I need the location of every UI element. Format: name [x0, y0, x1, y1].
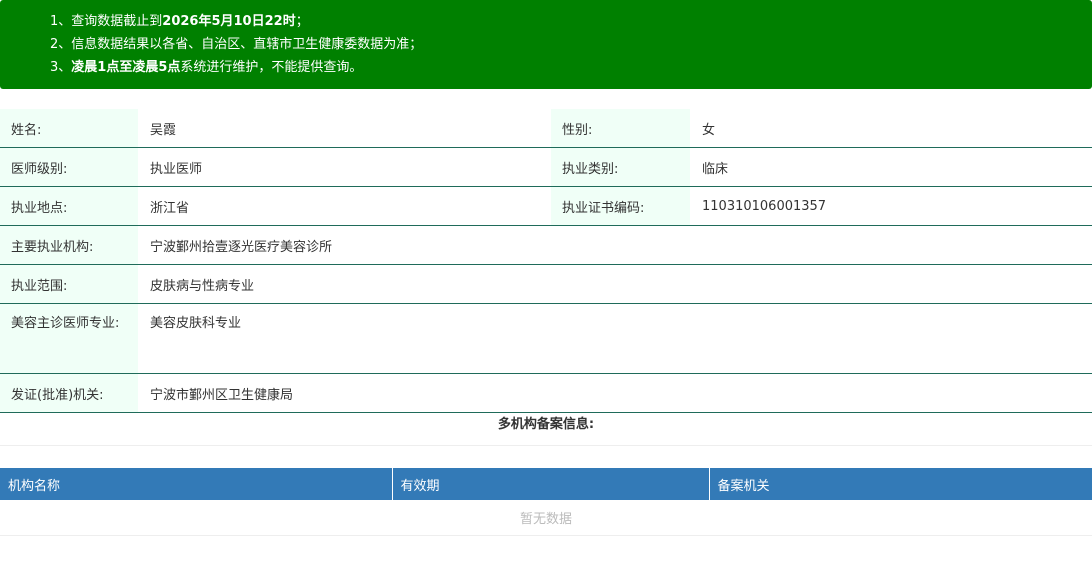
gender-label: 性别:	[551, 109, 690, 148]
level-value: 执业医师	[138, 147, 551, 187]
notice-line-1-suffix: ；	[295, 14, 309, 29]
doctor-info-table: 姓名: 吴霞 性别: 女 医师级别: 执业医师 执业类别: 临床 执业地点: 浙…	[0, 109, 1092, 413]
multi-org-empty-row: 暂无数据	[0, 500, 1092, 536]
notice-line-3-bold: 凌晨1点至凌晨5点	[71, 60, 181, 75]
cert-value: 110310106001357	[690, 186, 1092, 226]
cert-label: 执业证书编码:	[551, 186, 690, 226]
gender-value: 女	[690, 109, 1092, 148]
info-row-scope: 执业范围: 皮肤病与性病专业	[0, 264, 1092, 304]
org-label: 主要执业机构:	[0, 225, 138, 265]
column-header-validity[interactable]: 有效期	[392, 468, 710, 500]
level-label: 医师级别:	[0, 147, 138, 187]
notice-line-1-date: 2026年5月10日22时	[162, 14, 296, 29]
column-header-authority[interactable]: 备案机关	[709, 468, 1092, 500]
scope-label: 执业范围:	[0, 264, 138, 304]
location-value: 浙江省	[138, 186, 551, 226]
category-label: 执业类别:	[551, 147, 690, 187]
notice-line-3-suffix: 系统进行维护，不能提供查询。	[180, 60, 363, 75]
location-label: 执业地点:	[0, 186, 138, 226]
multi-org-header-row: 机构名称 有效期 备案机关	[0, 468, 1092, 500]
notice-line-1-prefix: 1、查询数据截止到	[50, 14, 163, 29]
notice-banner: 1、查询数据截止到2026年5月10日22时； 2、信息数据结果以各省、自治区、…	[0, 0, 1092, 89]
name-value: 吴霞	[138, 109, 551, 148]
notice-line-3-prefix: 3、	[50, 60, 72, 75]
info-row-name: 姓名: 吴霞 性别: 女	[0, 109, 1092, 148]
category-value: 临床	[690, 147, 1092, 187]
name-label: 姓名:	[0, 109, 138, 148]
beauty-value: 美容皮肤科专业	[138, 303, 1092, 374]
scope-value: 皮肤病与性病专业	[138, 264, 1092, 304]
org-value: 宁波鄞州拾壹逐光医疗美容诊所	[138, 225, 1092, 265]
info-row-org: 主要执业机构: 宁波鄞州拾壹逐光医疗美容诊所	[0, 225, 1092, 265]
beauty-label: 美容主诊医师专业:	[0, 303, 138, 374]
info-row-level: 医师级别: 执业医师 执业类别: 临床	[0, 147, 1092, 187]
empty-data-text: 暂无数据	[0, 500, 1092, 536]
multi-org-table: 机构名称 有效期 备案机关 暂无数据	[0, 468, 1092, 536]
multi-org-title: 多机构备案信息:	[0, 405, 1092, 446]
notice-line-3: 3、凌晨1点至凌晨5点系统进行维护，不能提供查询。	[0, 56, 1092, 79]
notice-line-2: 2、信息数据结果以各省、自治区、直辖市卫生健康委数据为准；	[50, 37, 423, 52]
notice-line-1: 1、查询数据截止到2026年5月10日22时；	[0, 10, 1092, 33]
info-row-location: 执业地点: 浙江省 执业证书编码: 110310106001357	[0, 186, 1092, 226]
column-header-org-name[interactable]: 机构名称	[0, 468, 393, 500]
info-row-beauty: 美容主诊医师专业: 美容皮肤科专业	[0, 303, 1092, 374]
